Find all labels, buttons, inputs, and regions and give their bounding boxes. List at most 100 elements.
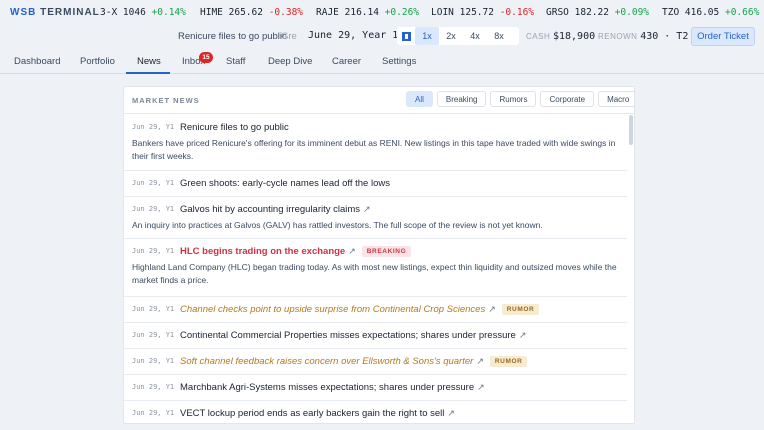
news-date: Jun 29, Y1 <box>132 383 175 391</box>
news-item[interactable]: Jun 29, Y1 HLC begins trading on the exch… <box>124 239 627 297</box>
speed-4x-button[interactable]: 4x <box>463 27 487 45</box>
speed-2x-button[interactable]: 2x <box>439 27 463 45</box>
main-nav: Dashboard Portfolio News Inbox Staff Dee… <box>0 47 764 74</box>
news-date: Jun 29, Y1 <box>132 123 175 131</box>
brand-suffix: TERMINAL <box>40 7 100 18</box>
news-headline[interactable]: VECT lockup period ends as early backers… <box>180 408 444 419</box>
news-item[interactable]: Jun 29, Y1 Renicure files to go public Ban… <box>124 115 627 171</box>
news-item[interactable]: Jun 29, Y1 Green shoots: early-cycle name… <box>124 171 627 197</box>
external-link-icon[interactable]: ↗ <box>488 304 496 315</box>
news-headline-row: Jun 29, Y1 Galvos hit by accounting irreg… <box>132 202 619 216</box>
filter-macro[interactable]: Macro <box>598 91 634 107</box>
news-headline[interactable]: Channel checks point to upside surprise … <box>180 304 485 315</box>
news-item[interactable]: Jun 29, Y1 Galvos hit by accounting irreg… <box>124 197 627 239</box>
news-item[interactable]: Jun 29, Y1 Continental Commercial Propert… <box>124 323 627 349</box>
ticker-item[interactable]: TZO 416.05 +0.66% <box>662 7 759 18</box>
external-link-icon[interactable]: ↗ <box>476 356 484 367</box>
external-link-icon[interactable]: ↗ <box>477 382 485 393</box>
renown-label: RENOWN <box>598 32 638 41</box>
ticker-change: +0.66% <box>724 7 760 18</box>
tab-career[interactable]: Career <box>332 56 361 67</box>
pause-icon <box>401 31 411 41</box>
news-headline[interactable]: Galvos hit by accounting irregularity cl… <box>180 204 360 215</box>
news-item[interactable]: Jun 29, Y1 Soft channel feedback raises c… <box>124 349 627 375</box>
ticker-item[interactable]: GRSO 182.22 +0.09% <box>546 7 649 18</box>
news-headline-row: Jun 29, Y1 Renicure files to go public <box>132 120 619 134</box>
news-headline-row: Jun 29, Y1 HLC begins trading on the exch… <box>132 244 619 258</box>
ticker-change: +0.14% <box>151 7 186 18</box>
tab-settings[interactable]: Settings <box>382 56 416 67</box>
news-headline-row: Jun 29, Y1 VECT lockup period ends as ear… <box>132 406 619 420</box>
external-link-icon[interactable]: ↗ <box>363 204 371 215</box>
news-item[interactable]: Jun 29, Y1 VECT lockup period ends as ear… <box>124 401 627 423</box>
news-body: Highland Land Company (HLC) began tradin… <box>132 262 617 285</box>
tab-deep-dive[interactable]: Deep Dive <box>268 56 312 67</box>
news-headline-row: Jun 29, Y1 Marchbank Agri-Systems misses … <box>132 380 619 394</box>
game-date: June 29, Year 1 <box>308 30 399 41</box>
cash-value: $18,900 <box>552 31 596 42</box>
ticker-symbol: 3-X <box>100 7 118 18</box>
news-body: Bankers have priced Renicure's offering … <box>132 138 616 161</box>
status-bar: Renicure files to go public Gre June 29,… <box>0 25 764 47</box>
ticker-symbol: RAJE <box>316 7 339 18</box>
inbox-unread-badge: 15 <box>199 52 213 63</box>
ticker-price: 1046 <box>122 7 146 18</box>
news-headline[interactable]: Renicure files to go public <box>180 122 289 133</box>
news-headline-row: Jun 29, Y1 Green shoots: early-cycle name… <box>132 176 619 190</box>
ticker-change: -0.16% <box>499 7 535 18</box>
ticker-symbol: GRSO <box>546 7 569 18</box>
order-ticket-button[interactable]: Order Ticket <box>691 27 755 46</box>
speed-control: 1x 2x 4x 8x <box>397 27 519 45</box>
ticker-item[interactable]: LOIN 125.72 -0.16% <box>431 7 534 18</box>
scrollbar-thumb[interactable] <box>629 115 633 145</box>
news-date: Jun 29, Y1 <box>132 179 175 187</box>
filter-corporate[interactable]: Corporate <box>540 91 595 107</box>
news-headline-row: Jun 29, Y1 Continental Commercial Propert… <box>132 328 619 342</box>
active-tab-indicator <box>126 72 170 74</box>
ticker-symbol: TZO <box>662 7 680 18</box>
news-flash-next: Gre <box>281 31 297 42</box>
rumor-badge: RUMOR <box>489 355 528 367</box>
app-logo: WSB TERMINAL <box>10 7 100 18</box>
renown-value: 430 · T2 <box>640 31 689 42</box>
ticker-price: 416.05 <box>684 7 720 18</box>
panel-title: MARKET NEWS <box>132 96 200 105</box>
news-flash-text[interactable]: Renicure files to go public <box>178 31 287 42</box>
news-headline[interactable]: Marchbank Agri-Systems misses expectatio… <box>180 382 474 393</box>
rumor-badge: RUMOR <box>501 303 540 315</box>
pause-button[interactable] <box>397 27 415 45</box>
filter-all[interactable]: All <box>406 91 433 107</box>
news-headline[interactable]: Soft channel feedback raises concern ove… <box>180 356 473 367</box>
news-item[interactable]: Jun 29, Y1 Channel checks point to upside… <box>124 297 627 323</box>
speed-1x-button[interactable]: 1x <box>415 27 439 45</box>
news-headline[interactable]: Continental Commercial Properties misses… <box>180 330 516 341</box>
news-date: Jun 29, Y1 <box>132 247 175 255</box>
tab-staff[interactable]: Staff <box>226 56 245 67</box>
ticker-change: +0.26% <box>384 7 420 18</box>
ticker-item[interactable]: RAJE 216.14 +0.26% <box>316 7 419 18</box>
filter-breaking[interactable]: Breaking <box>436 91 487 107</box>
ticker-item[interactable]: HIME 265.62 -0.38% <box>200 7 303 18</box>
news-date: Jun 29, Y1 <box>132 305 175 313</box>
news-headline[interactable]: HLC begins trading on the exchange <box>180 246 345 257</box>
ticker-item[interactable]: 3-X 1046 +0.14% <box>100 7 186 18</box>
external-link-icon[interactable]: ↗ <box>519 330 527 341</box>
ticker-symbol: HIME <box>200 7 223 18</box>
external-link-icon[interactable]: ↗ <box>348 246 356 257</box>
tab-portfolio[interactable]: Portfolio <box>80 56 115 67</box>
breaking-badge: BREAKING <box>361 245 412 257</box>
cash-display: CASH $18,900 <box>526 31 595 42</box>
ticker-price: 265.62 <box>228 7 263 18</box>
filter-rumors[interactable]: Rumors <box>490 91 537 107</box>
market-news-panel: MARKET NEWS All Breaking Rumors Corporat… <box>123 86 635 424</box>
news-filter-group: All Breaking Rumors Corporate Macro <box>406 91 634 107</box>
ticker-symbol: LOIN <box>431 7 454 18</box>
news-item[interactable]: Jun 29, Y1 Marchbank Agri-Systems misses … <box>124 375 627 401</box>
speed-8x-button[interactable]: 8x <box>487 27 511 45</box>
tab-dashboard[interactable]: Dashboard <box>14 56 60 67</box>
external-link-icon[interactable]: ↗ <box>447 408 455 419</box>
ticker-bar: WSB TERMINAL 3-X 1046 +0.14% HIME 265.62 … <box>0 0 764 25</box>
tab-news[interactable]: News <box>137 56 161 67</box>
cash-label: CASH <box>526 32 551 41</box>
news-headline[interactable]: Green shoots: early-cycle names lead off… <box>180 178 390 189</box>
